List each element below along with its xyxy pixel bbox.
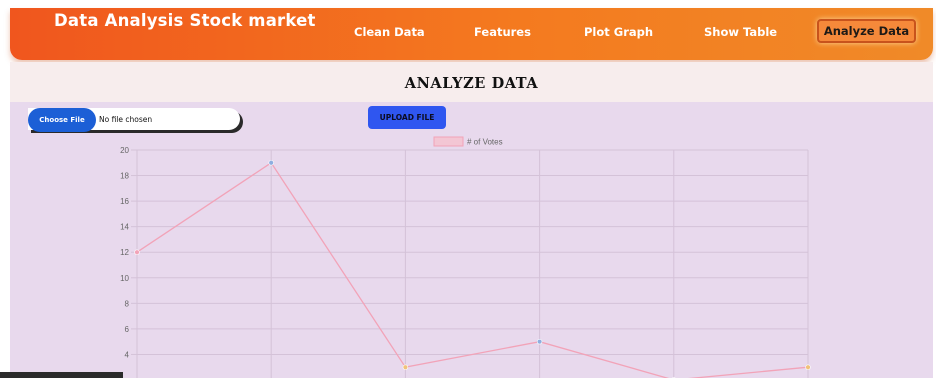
data-point	[268, 160, 274, 166]
y-tick-label: 16	[120, 197, 129, 206]
data-point	[805, 364, 811, 370]
taskbar-fragment	[0, 372, 123, 378]
y-tick-label: 12	[120, 248, 129, 257]
y-tick-label: 20	[120, 146, 129, 155]
legend-label: # of Votes	[467, 138, 503, 147]
y-tick-label: 14	[120, 223, 129, 232]
y-tick-label: 6	[125, 325, 130, 334]
y-tick-label: 18	[120, 172, 129, 181]
y-tick-label: 8	[125, 299, 130, 308]
data-point	[134, 249, 140, 255]
legend-swatch	[433, 136, 464, 147]
y-tick-label: 4	[125, 350, 130, 359]
data-point	[536, 338, 543, 345]
y-tick-label: 10	[120, 274, 129, 283]
series-line-votes	[136, 161, 809, 378]
data-point	[402, 364, 409, 370]
votes-line-chart: 4 6 8 10 12 14 16 18 20 # of Votes	[120, 136, 811, 378]
